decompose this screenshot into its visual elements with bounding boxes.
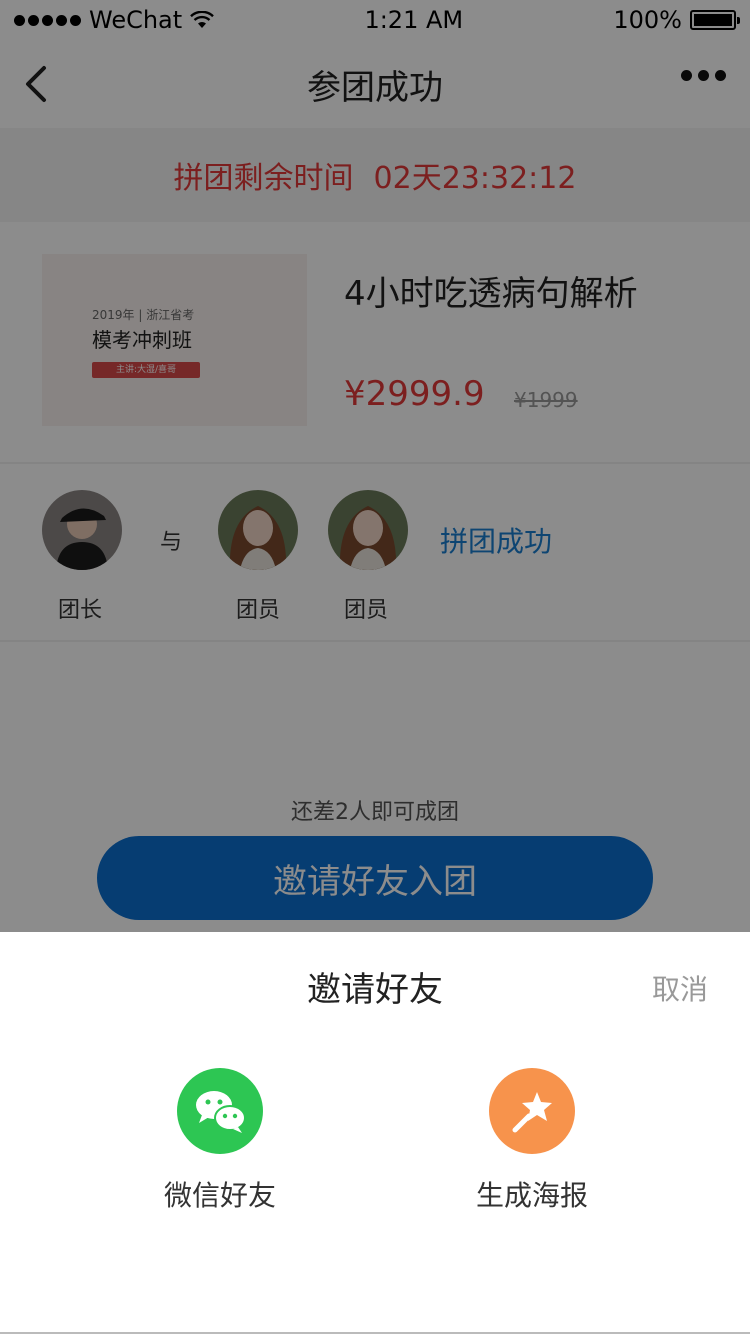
magic-wand-star-icon <box>489 1068 575 1154</box>
wechat-icon <box>177 1068 263 1154</box>
generate-poster-label: 生成海报 <box>475 1179 588 1212</box>
share-wechat-label: 微信好友 <box>163 1179 276 1212</box>
invite-sheet: 邀请好友 取消 微信好友 生成海报 <box>0 932 750 1334</box>
sheet-title: 邀请好友 <box>307 970 443 1010</box>
share-wechat-option[interactable]: 微信好友 <box>140 1068 300 1214</box>
generate-poster-option[interactable]: 生成海报 <box>452 1068 612 1214</box>
cancel-button[interactable]: 取消 <box>652 968 708 1008</box>
modal-backdrop[interactable] <box>0 0 750 932</box>
